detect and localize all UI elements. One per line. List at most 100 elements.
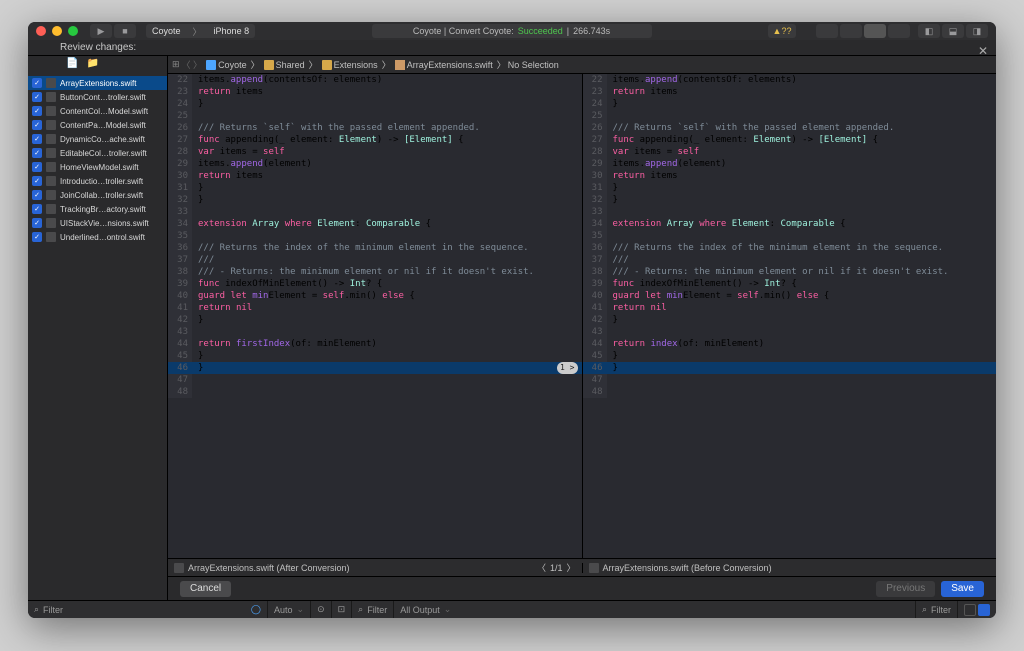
icon-button[interactable]: ⊙ — [311, 601, 332, 618]
prev-diff-button[interactable]: 〈 — [537, 561, 546, 574]
code-line[interactable]: 37 /// — [168, 254, 582, 266]
stop-button[interactable]: ■ — [114, 24, 136, 38]
code-line[interactable]: 31 } — [168, 182, 582, 194]
code-line[interactable]: 40 guard let minElement = self.min() els… — [583, 290, 997, 302]
file-checkbox[interactable]: ✓ — [32, 204, 42, 214]
code-line[interactable]: 26 /// Returns `self` with the passed el… — [168, 122, 582, 134]
code-line[interactable]: 24 } — [583, 98, 997, 110]
code-line[interactable]: 29 items.append(element) — [168, 158, 582, 170]
left-pane[interactable]: 22 items.append(contentsOf: elements)23 … — [168, 74, 582, 558]
code-line[interactable]: 48 — [583, 386, 997, 398]
related-items-icon[interactable]: ⊞ — [172, 59, 180, 70]
file-checkbox[interactable]: ✓ — [32, 148, 42, 158]
left-panel-toggle[interactable]: ◧ — [918, 24, 940, 38]
status-box[interactable]: Coyote | Convert Coyote: Succeeded | 266… — [372, 24, 652, 38]
code-line[interactable]: 22 items.append(contentsOf: elements) — [168, 74, 582, 86]
code-line[interactable]: 44 return index(of: minElement) — [583, 338, 997, 350]
icon-button[interactable]: ⊡ — [332, 601, 353, 618]
code-line[interactable]: 32} — [168, 194, 582, 206]
code-line[interactable]: 25 — [168, 110, 582, 122]
code-line[interactable]: 23 return items — [583, 86, 997, 98]
file-checkbox[interactable]: ✓ — [32, 106, 42, 116]
code-line[interactable]: 27 func appending(_ element: Element) ->… — [168, 134, 582, 146]
file-row[interactable]: ✓TrackingBr…actory.swift — [28, 202, 167, 216]
code-line[interactable]: 34extension Array where Element: Compara… — [583, 218, 997, 230]
code-line[interactable]: 22 items.append(contentsOf: elements) — [583, 74, 997, 86]
file-checkbox[interactable]: ✓ — [32, 190, 42, 200]
previous-button[interactable]: Previous — [876, 581, 935, 597]
file-row[interactable]: ✓ContentCol…Model.swift — [28, 104, 167, 118]
code-line[interactable]: 28 var items = self — [168, 146, 582, 158]
code-line[interactable]: 40 guard let minElement = self.min() els… — [168, 290, 582, 302]
file-row[interactable]: ✓EditableCol…troller.swift — [28, 146, 167, 160]
code-line[interactable]: 45 } — [583, 350, 997, 362]
cancel-button[interactable]: Cancel — [180, 581, 231, 597]
file-row[interactable]: ✓Underlined…ontrol.swift — [28, 230, 167, 244]
file-row[interactable]: ✓HomeViewModel.swift — [28, 160, 167, 174]
code-line[interactable]: 29 items.append(element) — [583, 158, 997, 170]
library-button[interactable] — [888, 24, 910, 38]
code-line[interactable]: 41 return nil — [583, 302, 997, 314]
close-icon[interactable] — [36, 26, 46, 36]
zoom-icon[interactable] — [68, 26, 78, 36]
filter-center[interactable]: ⌕Filter — [352, 601, 394, 618]
folder-icon[interactable]: 📁 — [86, 58, 98, 74]
code-line[interactable]: 36 /// Returns the index of the minimum … — [583, 242, 997, 254]
code-line[interactable]: 37 /// — [583, 254, 997, 266]
code-line[interactable]: 30 return items — [168, 170, 582, 182]
file-checkbox[interactable]: ✓ — [32, 232, 42, 242]
minimize-icon[interactable] — [52, 26, 62, 36]
code-line[interactable]: 38 /// - Returns: the minimum element or… — [583, 266, 997, 278]
code-line[interactable]: 28 var items = self — [583, 146, 997, 158]
console-toggle[interactable] — [978, 604, 990, 616]
jump-bar[interactable]: ⊞ 〈 〉 Coyote 〉 Shared 〉 Extensions 〉 Arr… — [168, 56, 996, 74]
code-line[interactable]: 34extension Array where Element: Compara… — [168, 218, 582, 230]
code-line[interactable]: 46}1 > — [168, 362, 582, 374]
file-row[interactable]: ✓ContentPa…Model.swift — [28, 118, 167, 132]
code-line[interactable]: 23 return items — [168, 86, 582, 98]
bottom-panel-toggle[interactable]: ⬓ — [942, 24, 964, 38]
code-line[interactable]: 44 return firstIndex(of: minElement) — [168, 338, 582, 350]
file-icon[interactable]: 📄 — [66, 58, 78, 74]
right-pane[interactable]: 22 items.append(contentsOf: elements)23 … — [582, 74, 997, 558]
version-editor-button[interactable] — [864, 24, 886, 38]
file-row[interactable]: ✓DynamicCo…ache.swift — [28, 132, 167, 146]
code-line[interactable]: 39 func indexOfMinElement() -> Int? { — [583, 278, 997, 290]
clock-icon[interactable]: ◯ — [251, 604, 261, 615]
assistant-editor-button[interactable] — [840, 24, 862, 38]
file-row[interactable]: ✓JoinCollab…troller.swift — [28, 188, 167, 202]
filter-right[interactable]: ⌕Filter — [916, 601, 958, 618]
scheme-selector[interactable]: Coyote 〉 iPhone 8 — [146, 24, 255, 38]
all-output-menu[interactable]: All Output⌄ — [394, 601, 916, 618]
variables-toggle[interactable] — [964, 604, 976, 616]
file-checkbox[interactable]: ✓ — [32, 120, 42, 130]
filter-left[interactable]: ⌕ Filter ◯ — [28, 601, 268, 618]
file-checkbox[interactable]: ✓ — [32, 162, 42, 172]
standard-editor-button[interactable] — [816, 24, 838, 38]
file-checkbox[interactable]: ✓ — [32, 218, 42, 228]
code-line[interactable]: 39 func indexOfMinElement() -> Int? { — [168, 278, 582, 290]
code-line[interactable]: 43 — [168, 326, 582, 338]
issues-indicator[interactable]: ▲ ?? — [768, 24, 796, 38]
auto-menu[interactable]: Auto⌄ — [268, 601, 311, 618]
code-line[interactable]: 42 } — [168, 314, 582, 326]
code-line[interactable]: 47 — [583, 374, 997, 386]
file-checkbox[interactable]: ✓ — [32, 78, 42, 88]
file-row[interactable]: ✓UIStackVie…nsions.swift — [28, 216, 167, 230]
code-line[interactable]: 33 — [583, 206, 997, 218]
next-diff-button[interactable]: 〉 — [566, 561, 575, 574]
code-line[interactable]: 25 — [583, 110, 997, 122]
file-checkbox[interactable]: ✓ — [32, 176, 42, 186]
code-line[interactable]: 26 /// Returns `self` with the passed el… — [583, 122, 997, 134]
code-line[interactable]: 38 /// - Returns: the minimum element or… — [168, 266, 582, 278]
code-line[interactable]: 30 return items — [583, 170, 997, 182]
code-line[interactable]: 33 — [168, 206, 582, 218]
code-line[interactable]: 41 return nil — [168, 302, 582, 314]
code-line[interactable]: 24 } — [168, 98, 582, 110]
file-row[interactable]: ✓Introductio…troller.swift — [28, 174, 167, 188]
code-line[interactable]: 43 — [583, 326, 997, 338]
right-panel-toggle[interactable]: ◨ — [966, 24, 988, 38]
code-line[interactable]: 27 func appending(_ element: Element) ->… — [583, 134, 997, 146]
code-line[interactable]: 45 } — [168, 350, 582, 362]
code-line[interactable]: 47 — [168, 374, 582, 386]
